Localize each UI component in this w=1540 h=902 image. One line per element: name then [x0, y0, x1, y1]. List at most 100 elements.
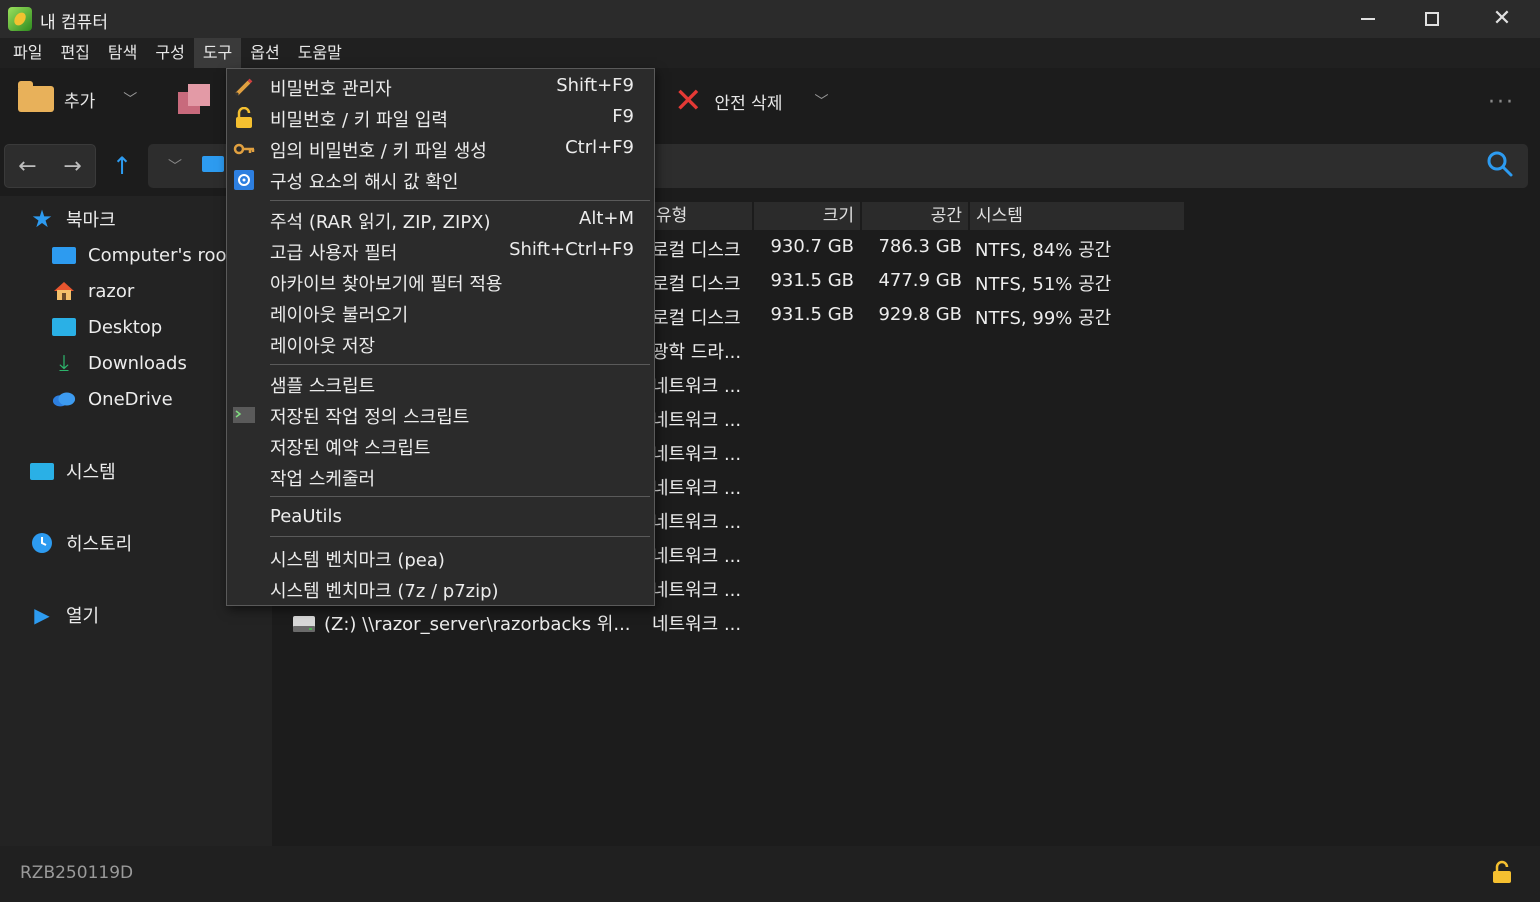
- add-label: 추가: [64, 91, 96, 112]
- cloud-icon: [52, 387, 76, 411]
- menu-item-label: 임의 비밀번호 / 키 파일 생성: [270, 141, 487, 162]
- row-free: 786.3 GB: [878, 236, 962, 257]
- menu-item-saved-scheduled-scripts[interactable]: 저장된 예약 스크립트: [227, 430, 654, 461]
- menu-file[interactable]: 파일: [4, 38, 51, 68]
- address-chevron-icon[interactable]: ﹀: [168, 156, 182, 176]
- row-type: 로컬 디스크: [652, 308, 741, 329]
- sidebar-item-downloads[interactable]: ⤓ Downloads: [52, 350, 187, 376]
- search-icon[interactable]: [1486, 150, 1514, 178]
- menu-item-label: 시스템 벤치마크 (7z / p7zip): [270, 581, 499, 602]
- table-row[interactable]: 네트워크 ...: [652, 440, 741, 466]
- table-row[interactable]: 네트워크 ...: [652, 474, 741, 500]
- table-row[interactable]: 네트워크 ...: [652, 406, 741, 432]
- column-header-size[interactable]: 크기: [754, 202, 860, 230]
- add-button[interactable]: 추가 ﹀: [18, 81, 137, 112]
- minimize-button[interactable]: [1338, 0, 1398, 38]
- secure-delete-button[interactable]: ✕ 안전 삭제 ﹀: [674, 84, 828, 118]
- back-arrow-icon[interactable]: ←: [5, 154, 50, 179]
- menu-item-enter-password[interactable]: 비밀번호 / 키 파일 입력 F9: [227, 102, 654, 133]
- sidebar-open-label: 열기: [66, 606, 100, 627]
- history-nav-group: ← →: [4, 144, 96, 188]
- tools-dropdown-menu: 비밀번호 관리자 Shift+F9 비밀번호 / 키 파일 입력 F9 임의 비…: [226, 68, 655, 606]
- sidebar-item-onedrive[interactable]: OneDrive: [52, 387, 173, 411]
- table-row[interactable]: 네트워크 ...: [652, 542, 741, 568]
- up-arrow-icon[interactable]: ↑: [104, 144, 140, 188]
- menu-item-apply-filter[interactable]: 아카이브 찾아보기에 필터 적용: [227, 266, 654, 297]
- menu-edit[interactable]: 편집: [51, 38, 98, 68]
- sidebar-item-razor[interactable]: razor: [52, 279, 134, 303]
- row-free: 477.9 GB: [878, 270, 962, 291]
- menu-item-benchmark-pea[interactable]: 시스템 벤치마크 (pea): [227, 542, 654, 573]
- maximize-icon: [1425, 12, 1439, 26]
- menu-item-saved-task-scripts[interactable]: 저장된 작업 정의 스크립트: [227, 399, 654, 430]
- extract-icon: [178, 84, 210, 116]
- menu-item-label: 비밀번호 / 키 파일 입력: [270, 110, 448, 131]
- secure-delete-label: 안전 삭제: [714, 93, 783, 114]
- unlock-icon: [236, 107, 252, 128]
- menu-item-hash-check[interactable]: 구성 요소의 해시 값 확인: [227, 164, 654, 195]
- key-icon: [233, 143, 255, 155]
- table-row[interactable]: 네트워크 ...: [652, 508, 741, 534]
- menu-item-random-password[interactable]: 임의 비밀번호 / 키 파일 생성 Ctrl+F9: [227, 133, 654, 164]
- menu-item-load-layout[interactable]: 레이아웃 불러오기: [227, 297, 654, 328]
- status-bar: RZB250119D: [0, 846, 1540, 902]
- sidebar-bookmarks[interactable]: ★ 북마크: [30, 205, 115, 233]
- sidebar-item-label: razor: [88, 280, 135, 302]
- column-header-system[interactable]: 시스템: [970, 202, 1184, 230]
- close-button[interactable]: ✕: [1472, 0, 1532, 38]
- table-row[interactable]: 네트워크 ...: [652, 576, 741, 602]
- menu-item-label: 저장된 작업 정의 스크립트: [270, 407, 470, 428]
- menu-help[interactable]: 도움말: [289, 38, 351, 68]
- delete-dropdown-chevron-icon[interactable]: ﹀: [814, 91, 828, 111]
- menu-item-label: PeaUtils: [270, 506, 342, 527]
- menu-item-password-manager[interactable]: 비밀번호 관리자 Shift+F9: [227, 71, 654, 102]
- column-header-free[interactable]: 공간: [862, 202, 968, 230]
- sidebar-system[interactable]: 시스템: [30, 458, 116, 484]
- table-row[interactable]: 네트워크 ...: [652, 372, 741, 398]
- sidebar-open[interactable]: ▶ 열기: [30, 602, 99, 628]
- pencil-icon: [234, 78, 253, 97]
- menu-item-benchmark-7z[interactable]: 시스템 벤치마크 (7z / p7zip): [227, 573, 654, 604]
- row-system: NTFS, 84% 공간: [975, 240, 1112, 261]
- more-options-icon[interactable]: ···: [1488, 90, 1515, 115]
- menu-item-label: 시스템 벤치마크 (pea): [270, 550, 445, 571]
- network-drive-icon: [293, 616, 315, 632]
- sidebar-item-label: Computer's roo: [88, 244, 227, 266]
- add-dropdown-chevron-icon[interactable]: ﹀: [123, 89, 137, 109]
- home-icon: [52, 279, 76, 303]
- menu-item-label: 레이아웃 불러오기: [270, 305, 409, 326]
- menu-item-sample-scripts[interactable]: 샘플 스크립트: [227, 368, 654, 399]
- computer-icon: [202, 156, 224, 172]
- extract-button[interactable]: [178, 84, 210, 116]
- sidebar-system-label: 시스템: [66, 462, 116, 483]
- row-size: 931.5 GB: [770, 304, 854, 325]
- sidebar-item-computer[interactable]: Computer's roo: [52, 243, 227, 267]
- menu-item-advanced-filter[interactable]: 고급 사용자 필터 Shift+Ctrl+F9: [227, 235, 654, 266]
- play-arrow-icon: ▶: [34, 603, 50, 627]
- menu-item-save-layout[interactable]: 레이아웃 저장: [227, 328, 654, 359]
- menu-organize[interactable]: 구성: [146, 38, 193, 68]
- title-bar: 내 컴퓨터 ✕: [0, 0, 1540, 38]
- sidebar-item-desktop[interactable]: Desktop: [52, 315, 162, 339]
- forward-arrow-icon[interactable]: →: [50, 154, 95, 179]
- maximize-button[interactable]: [1402, 0, 1462, 38]
- menu-bar: 파일 편집 탐색 구성 도구 옵션 도움말: [0, 38, 1540, 68]
- row-type: 네트워크 ...: [652, 614, 742, 635]
- sidebar-history[interactable]: 히스토리: [30, 530, 132, 556]
- menu-browse[interactable]: 탐색: [99, 38, 146, 68]
- menu-item-task-scheduler[interactable]: 작업 스케줄러: [227, 461, 654, 492]
- menu-item-shortcut: Shift+F9: [556, 75, 634, 96]
- menu-item-shortcut: Alt+M: [579, 208, 634, 229]
- column-header-type[interactable]: 유형: [650, 202, 752, 230]
- lock-icon[interactable]: [1492, 860, 1512, 884]
- download-icon: ⤓: [59, 350, 69, 376]
- menu-item-peautils[interactable]: PeaUtils: [227, 502, 654, 533]
- menu-item-comment[interactable]: 주석 (RAR 읽기, ZIP, ZIPX) Alt+M: [227, 204, 654, 235]
- history-clock-icon: [30, 531, 54, 555]
- menu-item-label: 주석 (RAR 읽기, ZIP, ZIPX): [270, 212, 491, 233]
- menu-options[interactable]: 옵션: [241, 38, 288, 68]
- table-row[interactable]: 광학 드라...: [652, 338, 741, 364]
- sidebar-item-label: Desktop: [88, 316, 163, 338]
- row-type: 로컬 디스크: [652, 274, 741, 295]
- menu-tools[interactable]: 도구: [193, 38, 242, 68]
